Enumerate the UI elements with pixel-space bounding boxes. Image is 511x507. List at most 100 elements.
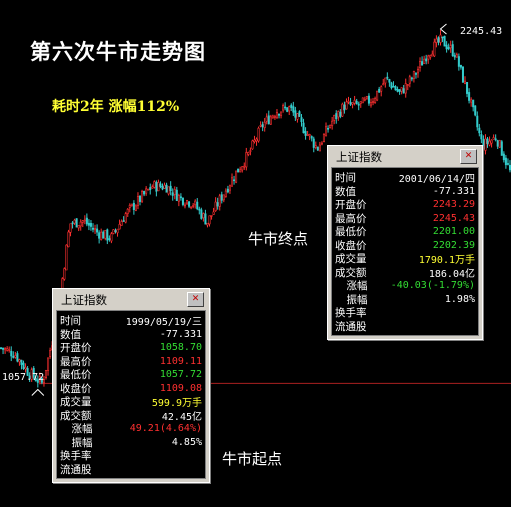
candle-body [106, 229, 109, 241]
candle-body [376, 90, 379, 101]
value-low: 1057.72 [159, 369, 202, 381]
value-open: 2243.29 [432, 199, 475, 211]
value-time: 2001/06/14/四 [398, 174, 475, 186]
candle-body [198, 208, 201, 211]
candle-body [423, 58, 426, 64]
candle-body [355, 100, 358, 105]
candle-body [100, 231, 103, 240]
candle-body [347, 100, 350, 103]
candle-body [22, 362, 25, 369]
candle-body [173, 189, 176, 195]
candle-body [149, 187, 152, 191]
row-float-shares: 流通股 [335, 320, 475, 334]
row-close: 收盘价 2202.39 [335, 239, 475, 253]
candle-body [136, 196, 139, 206]
row-volume: 成交量 1790.1万手 [335, 252, 475, 266]
candle-body [47, 357, 50, 371]
candle-body [302, 122, 305, 134]
close-button[interactable]: ✕ [187, 292, 204, 307]
high-point-arrow [439, 23, 447, 35]
value-amplitude: 1.98% [444, 293, 475, 305]
close-button[interactable]: ✕ [460, 149, 477, 164]
candle-body [239, 169, 242, 173]
candle-body [102, 231, 105, 239]
candle-body [333, 114, 336, 121]
row-low: 最低价 2201.00 [335, 225, 475, 239]
candle-body [343, 104, 346, 111]
value-turnover: 186.04亿 [428, 268, 475, 280]
low-point-arrow [31, 388, 45, 396]
panel-title-bar[interactable]: 上证指数 ✕ [330, 148, 480, 165]
candle-body [459, 64, 462, 68]
candle-body [94, 228, 97, 231]
candle-body [402, 88, 405, 94]
value-high: 1109.11 [159, 355, 202, 367]
candle-body [44, 369, 48, 379]
candle-body [259, 125, 262, 127]
panel-body: 时间 1999/05/19/三 数值 -77.331 开盘价 1058.70 最高价 1… [56, 310, 206, 479]
row-high: 最高价 1109.11 [60, 355, 202, 369]
high-price-label: 2245.43 [460, 26, 503, 37]
candle-body [463, 80, 467, 84]
close-icon: ✕ [464, 151, 473, 161]
candle-body [419, 61, 422, 68]
row-open: 开盘价 1058.70 [60, 341, 202, 355]
value-value: -77.331 [159, 328, 202, 340]
candle-body [478, 127, 481, 134]
chart-title: 第六次牛市走势图 [30, 39, 206, 64]
candle-body [441, 36, 444, 39]
candle-body [327, 128, 330, 130]
row-time: 时间 1999/05/19/三 [60, 314, 202, 328]
candle-body [253, 139, 256, 143]
candle-body [372, 101, 375, 103]
candle-body [96, 228, 99, 233]
candle-body [380, 86, 383, 92]
chart-stage: 第六次牛市走势图 耗时2年 涨幅112% 1057.72 2245.43 牛市终… [0, 0, 511, 507]
panel-title: 上证指数 [336, 149, 382, 164]
candle-body [351, 102, 354, 105]
close-icon: ✕ [191, 294, 200, 304]
candle-body [2, 347, 5, 350]
candle-body [145, 188, 148, 194]
candle-body [298, 111, 301, 117]
candle-body [284, 106, 287, 109]
candle-body [476, 115, 479, 128]
candle-body [192, 205, 195, 207]
value-open: 1058.70 [159, 342, 202, 354]
candle-body [466, 82, 469, 94]
value-value: -77.331 [432, 185, 475, 197]
candle-body [486, 138, 489, 144]
candle-body [316, 146, 319, 151]
candle-body [163, 184, 166, 189]
value-close: 2202.39 [432, 239, 475, 251]
candle-body [8, 349, 11, 351]
candle-body [394, 86, 397, 91]
candle-body [132, 202, 135, 211]
candle-body [310, 136, 313, 139]
value-change: -40.03(-1.79%) [390, 280, 475, 292]
row-turnover-rate: 换手率 [60, 449, 202, 463]
panel-title-bar[interactable]: 上证指数 ✕ [55, 291, 207, 308]
candle-body [118, 224, 121, 230]
candle-body [453, 55, 456, 58]
candle-body [73, 219, 76, 224]
candle-body [159, 183, 162, 187]
chart-subtitle: 耗时2年 涨幅112% [52, 99, 180, 115]
row-change: 涨幅 49.21(4.64%) [60, 422, 203, 436]
candle-body [12, 355, 15, 358]
candle-body [257, 127, 260, 142]
candle-body [110, 233, 113, 242]
candle-body [273, 115, 276, 118]
candle-body [120, 221, 123, 226]
candle-body [331, 120, 334, 126]
candle-body [128, 205, 131, 208]
candle-body [134, 205, 137, 211]
candle-body [261, 124, 264, 128]
candle-body [480, 134, 483, 140]
quote-panel-start[interactable]: 上证指数 ✕ 时间 1999/05/19/三 数值 -77.331 开盘价 1058.… [52, 288, 210, 483]
candle-body [445, 44, 448, 50]
quote-panel-end[interactable]: 上证指数 ✕ 时间 2001/06/14/四 数值 -77.331 开盘价 2243.… [327, 145, 483, 340]
candle-body [122, 220, 125, 222]
candle-body [216, 202, 219, 207]
candle-body [398, 89, 401, 92]
